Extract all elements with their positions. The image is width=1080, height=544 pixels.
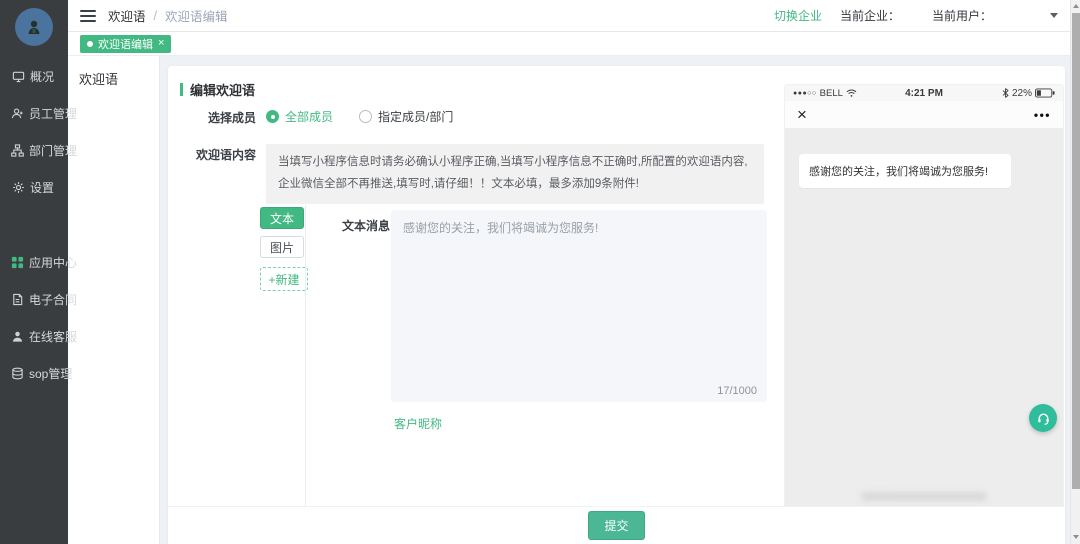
radio-checked-icon bbox=[266, 110, 279, 123]
sidebar-item-label: sop管理 bbox=[29, 365, 72, 382]
sidebar-item-label: 应用中心 bbox=[29, 254, 77, 271]
form-footer: 提交 bbox=[168, 506, 1065, 544]
headset-icon bbox=[1036, 411, 1051, 426]
scroll-up-arrow-icon[interactable] bbox=[1073, 4, 1079, 8]
carrier-name: BELL bbox=[820, 88, 843, 99]
more-icon: ••• bbox=[1034, 108, 1051, 122]
radio-specific-members[interactable]: 指定成员/部门 bbox=[359, 108, 453, 125]
status-time: 4:21 PM bbox=[905, 88, 943, 99]
user-dropdown-caret[interactable] bbox=[1050, 13, 1058, 18]
tab-image[interactable]: 图片 bbox=[260, 236, 304, 258]
sidebar-item-label: 设置 bbox=[30, 179, 54, 196]
submit-button[interactable]: 提交 bbox=[588, 511, 644, 540]
message-panel: 文本消息: 感谢您的关注，我们将竭诚为您服务! 17/1000 客户昵称 bbox=[305, 205, 765, 506]
battery-percent: 22% bbox=[1012, 88, 1032, 99]
tab-close-icon[interactable]: × bbox=[158, 38, 164, 49]
gear-icon bbox=[11, 181, 25, 195]
attachment-tabs: 文本 图片 +新建 bbox=[260, 207, 308, 291]
wifi-icon bbox=[846, 89, 857, 98]
hamburger-icon[interactable] bbox=[80, 10, 96, 22]
app-logo bbox=[0, 0, 68, 46]
breadcrumb-parent[interactable]: 欢迎语 bbox=[108, 6, 146, 25]
main-content: 编辑欢迎语 选择成员 全部成员 指定成员/部门 欢迎语内容 当填写小程序信息时请… bbox=[160, 56, 1080, 544]
top-header: 欢迎语 / 欢迎语编辑 切换企业 当前企业： 当前用户： bbox=[68, 0, 1080, 32]
welcome-editor-card: 编辑欢迎语 选择成员 全部成员 指定成员/部门 欢迎语内容 当填写小程序信息时请… bbox=[168, 66, 1065, 544]
sidebar-item-overview[interactable]: 概况 bbox=[0, 58, 68, 95]
content-row: 欢迎语内容 当填写小程序信息时请务必确认小程序正确,当填写小程序信息不正确时,所… bbox=[168, 144, 764, 204]
nav-spacer bbox=[0, 206, 68, 244]
battery-icon bbox=[1035, 88, 1055, 98]
primary-sidebar: 概况 员工管理 部门管理 设置 应用中心 bbox=[0, 0, 68, 544]
sidebar-item-label: 概况 bbox=[30, 68, 54, 85]
breadcrumb-separator: / bbox=[154, 9, 157, 23]
current-company-label: 当前企业： bbox=[840, 7, 932, 24]
member-select-label: 选择成员 bbox=[168, 107, 256, 126]
sidebar-item-sop-mgmt[interactable]: sop管理 bbox=[0, 355, 68, 392]
message-textarea[interactable]: 感谢您的关注，我们将竭诚为您服务! 17/1000 bbox=[391, 210, 767, 402]
insert-nickname-link[interactable]: 客户昵称 bbox=[394, 415, 442, 432]
scroll-down-arrow-icon[interactable] bbox=[1073, 535, 1079, 539]
text-message-label: 文本消息: bbox=[332, 217, 394, 234]
new-attachment-button[interactable]: +新建 bbox=[260, 267, 308, 291]
sidebar-item-label: 电子合同 bbox=[29, 291, 77, 308]
close-icon: × bbox=[797, 106, 807, 123]
message-text: 感谢您的关注，我们将竭诚为您服务! bbox=[403, 221, 598, 235]
submenu-item-welcome[interactable]: 欢迎语 bbox=[68, 56, 159, 88]
content-label: 欢迎语内容 bbox=[168, 144, 256, 163]
database-icon bbox=[11, 367, 24, 381]
notice-text: 当填写小程序信息时请务必确认小程序正确,当填写小程序信息不正确时,所配置的欢迎语… bbox=[266, 144, 764, 204]
tab-welcome-edit[interactable]: 欢迎语编辑 × bbox=[80, 35, 171, 53]
tag-bar: 欢迎语编辑 × bbox=[68, 32, 1080, 56]
vertical-scrollbar[interactable] bbox=[1070, 0, 1080, 544]
sidebar-item-label: 员工管理 bbox=[29, 105, 77, 122]
char-counter: 17/1000 bbox=[717, 385, 757, 397]
member-radio-group: 全部成员 指定成员/部门 bbox=[266, 108, 453, 125]
scrollbar-thumb[interactable] bbox=[1072, 13, 1080, 489]
primary-nav: 概况 员工管理 部门管理 设置 应用中心 bbox=[0, 58, 68, 392]
radio-all-members[interactable]: 全部成员 bbox=[266, 108, 333, 125]
section-title-text: 编辑欢迎语 bbox=[190, 80, 255, 99]
sidebar-item-label: 部门管理 bbox=[29, 142, 77, 159]
phone-status-bar: ●●●○○ BELL 4:21 PM 22% bbox=[785, 85, 1063, 101]
sidebar-item-settings[interactable]: 设置 bbox=[0, 169, 68, 206]
secondary-sidebar: 欢迎语 bbox=[68, 56, 160, 544]
radio-unchecked-icon bbox=[359, 110, 372, 123]
signal-dots-icon: ●●●○○ bbox=[793, 90, 817, 97]
avatar bbox=[15, 8, 53, 46]
phone-preview: ●●●○○ BELL 4:21 PM 22% × ••• 感谢您的关注，我们将竭… bbox=[785, 85, 1063, 509]
breadcrumb: 欢迎语 / 欢迎语编辑 bbox=[108, 6, 228, 25]
current-user-label: 当前用户： bbox=[932, 7, 1050, 24]
message-bubble: 感谢您的关注，我们将竭诚为您服务! bbox=[799, 154, 1011, 188]
phone-nav-bar: × ••• bbox=[785, 101, 1063, 128]
tab-label: 欢迎语编辑 bbox=[98, 36, 153, 52]
carrier-signal: ●●●○○ BELL bbox=[793, 88, 857, 99]
monitor-icon bbox=[11, 70, 25, 84]
sitemap-icon bbox=[11, 144, 24, 158]
battery-status: 22% bbox=[1002, 88, 1055, 99]
active-tab-dot bbox=[87, 41, 93, 47]
member-select-row: 选择成员 全部成员 指定成员/部门 bbox=[168, 107, 453, 126]
breadcrumb-current: 欢迎语编辑 bbox=[165, 6, 228, 25]
title-accent-bar bbox=[180, 83, 183, 96]
chat-area: 感谢您的关注，我们将竭诚为您服务! bbox=[785, 128, 1063, 509]
sidebar-item-label: 在线客服 bbox=[29, 328, 77, 345]
tab-text[interactable]: 文本 bbox=[260, 207, 304, 229]
switch-company-link[interactable]: 切换企业 bbox=[774, 7, 822, 24]
user-icon bbox=[11, 107, 24, 121]
sidebar-item-app-center[interactable]: 应用中心 bbox=[0, 244, 68, 281]
radio-label: 全部成员 bbox=[285, 108, 333, 125]
grid-icon bbox=[11, 256, 24, 270]
bluetooth-icon bbox=[1002, 88, 1009, 98]
sidebar-item-department-mgmt[interactable]: 部门管理 bbox=[0, 132, 68, 169]
sidebar-item-employee-mgmt[interactable]: 员工管理 bbox=[0, 95, 68, 132]
sidebar-item-online-service[interactable]: 在线客服 bbox=[0, 318, 68, 355]
watermark-blur bbox=[862, 492, 987, 501]
floating-service-button[interactable] bbox=[1029, 404, 1057, 432]
contract-icon bbox=[11, 293, 24, 307]
sidebar-item-e-contract[interactable]: 电子合同 bbox=[0, 281, 68, 318]
radio-label: 指定成员/部门 bbox=[378, 108, 453, 125]
service-user-icon bbox=[11, 330, 24, 344]
header-right: 切换企业 当前企业： 当前用户： bbox=[774, 7, 1058, 24]
